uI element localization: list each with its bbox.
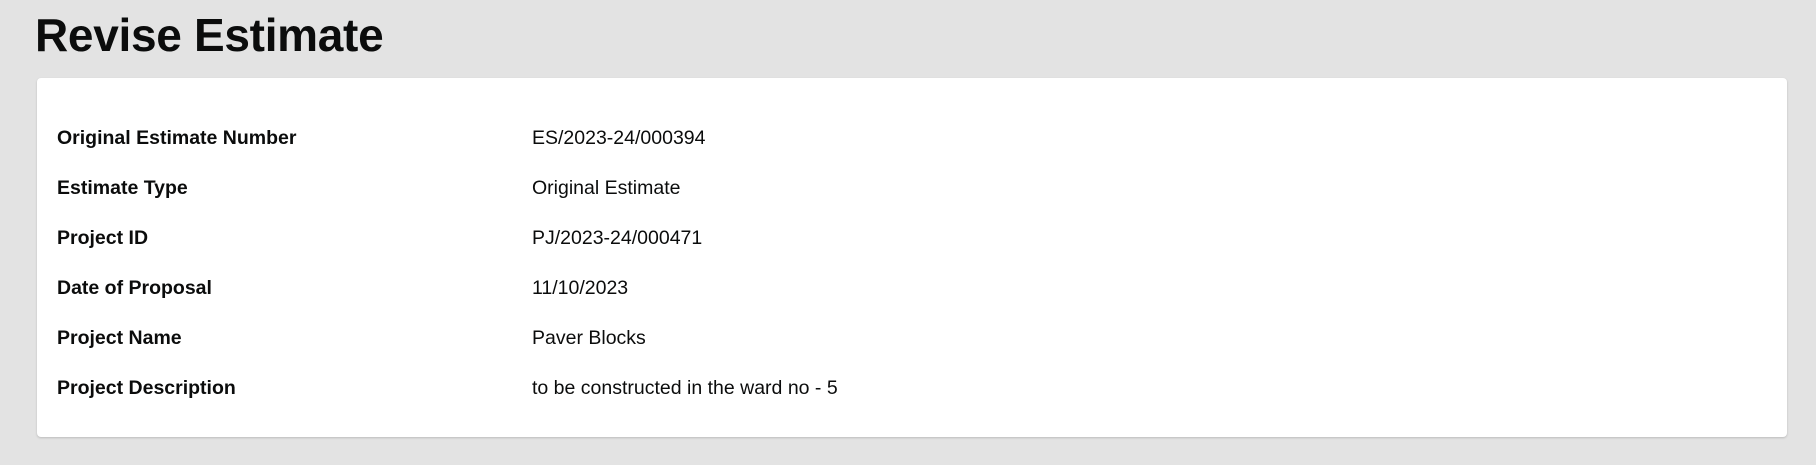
- detail-value: 11/10/2023: [532, 276, 629, 299]
- detail-row-project-name: Project Name Paver Blocks: [57, 313, 1767, 363]
- detail-label: Project ID: [57, 226, 149, 249]
- detail-label: Estimate Type: [57, 176, 188, 199]
- detail-label: Original Estimate Number: [57, 126, 297, 149]
- detail-value: Paver Blocks: [532, 326, 646, 349]
- estimate-details-card: Original Estimate Number ES/2023-24/0003…: [37, 78, 1787, 437]
- detail-row-date-of-proposal: Date of Proposal 11/10/2023: [57, 263, 1767, 313]
- detail-row-estimate-type: Estimate Type Original Estimate: [57, 163, 1767, 213]
- detail-value: Original Estimate: [532, 176, 681, 199]
- detail-label: Project Name: [57, 326, 182, 349]
- detail-label: Project Description: [57, 376, 236, 399]
- details-list: Original Estimate Number ES/2023-24/0003…: [57, 113, 1767, 413]
- detail-value: to be constructed in the ward no - 5: [532, 376, 838, 399]
- detail-label: Date of Proposal: [57, 276, 212, 299]
- detail-row-project-description: Project Description to be constructed in…: [57, 363, 1767, 413]
- detail-row-project-id: Project ID PJ/2023-24/000471: [57, 213, 1767, 263]
- page-title: Revise Estimate: [35, 9, 384, 61]
- detail-value: PJ/2023-24/000471: [532, 226, 703, 249]
- detail-row-original-estimate-number: Original Estimate Number ES/2023-24/0003…: [57, 113, 1767, 163]
- detail-value: ES/2023-24/000394: [532, 126, 706, 149]
